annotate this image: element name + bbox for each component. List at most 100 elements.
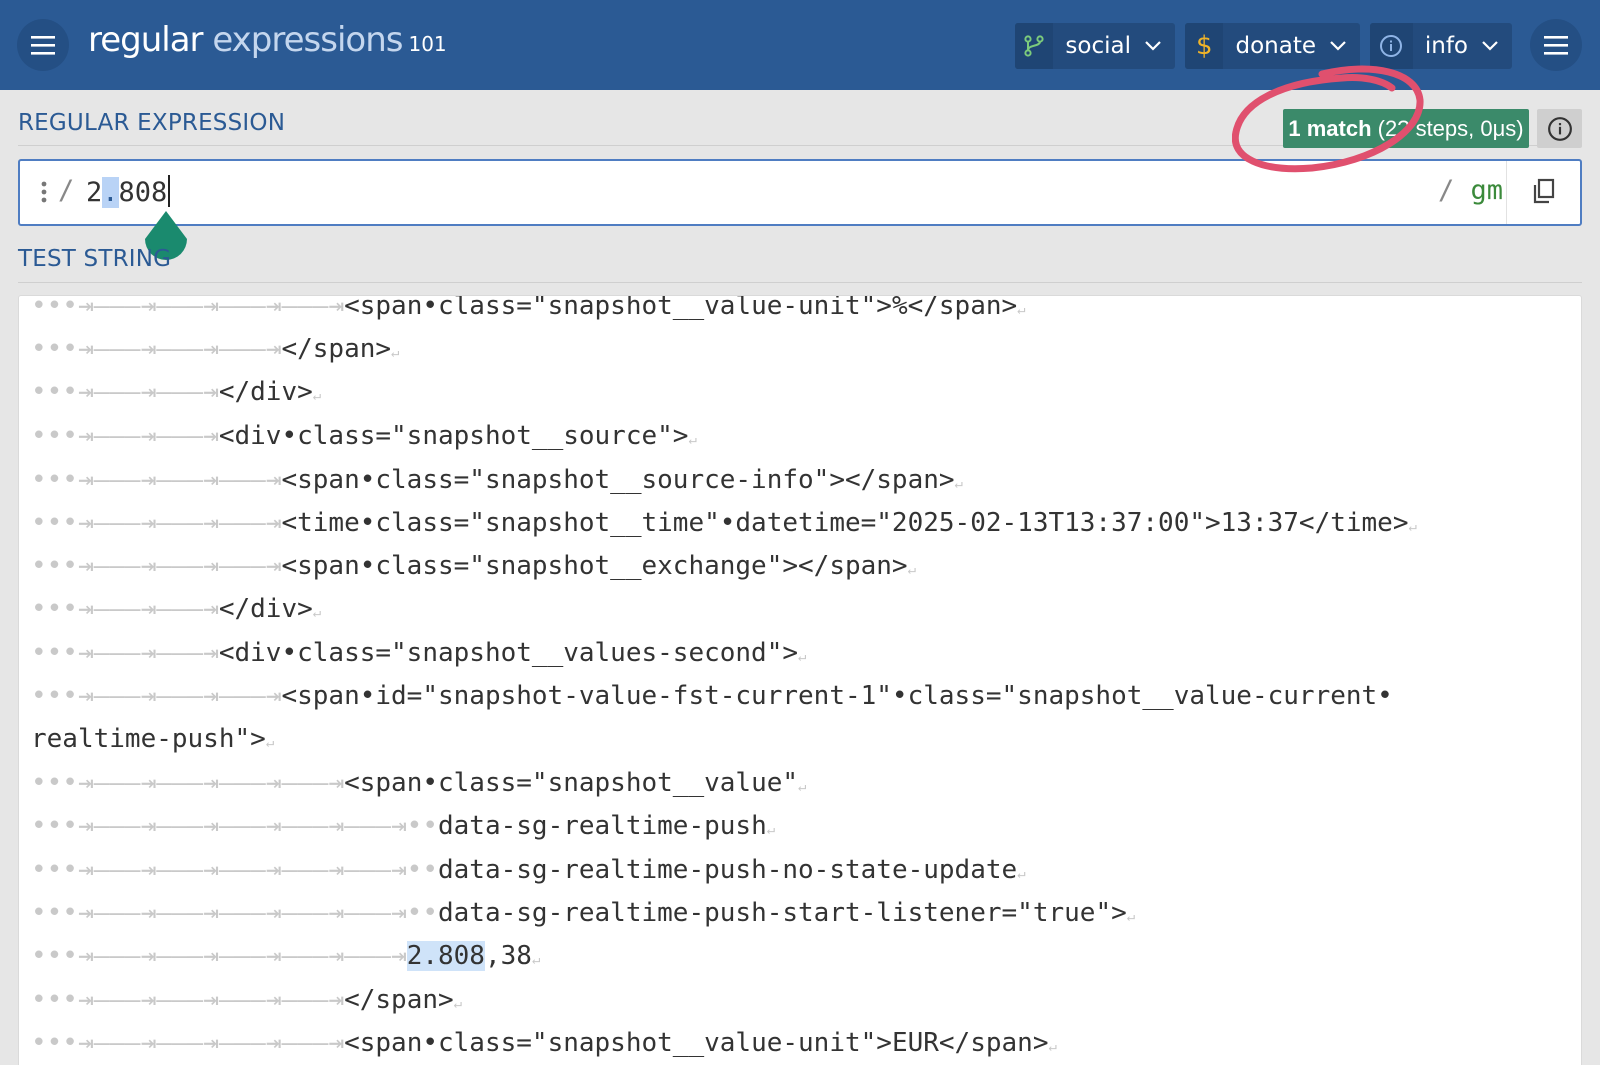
regex-value-suffix: 808 bbox=[118, 177, 168, 208]
menu-button-left[interactable] bbox=[17, 19, 69, 71]
line-end-marker: ↵ bbox=[954, 476, 963, 492]
app-logo[interactable]: regular expressions 101 bbox=[88, 20, 447, 60]
chevron-down-icon bbox=[1330, 41, 1346, 51]
hamburger-icon bbox=[31, 36, 55, 55]
test-line[interactable]: •••⇥———⇥———⇥———⇥</span>↵ bbox=[31, 327, 399, 371]
whitespace-markers: •••⇥———⇥———⇥ bbox=[31, 638, 219, 668]
match-info-badge[interactable]: 1 match (2? steps, 0μs) bbox=[1283, 109, 1529, 148]
regex-close-slash: / bbox=[1438, 175, 1471, 206]
whitespace-markers: •••⇥———⇥———⇥ bbox=[31, 594, 219, 624]
line-end-marker: ↵ bbox=[265, 735, 275, 751]
chevron-down-icon bbox=[1145, 41, 1161, 51]
test-line[interactable]: •••⇥———⇥———⇥———⇥———⇥———⇥••data-sg-realti… bbox=[31, 804, 775, 848]
donate-button[interactable]: $ donate bbox=[1185, 23, 1360, 69]
regex-section-label: REGULAR EXPRESSION bbox=[18, 110, 286, 136]
line-end-marker: ↵ bbox=[688, 432, 697, 448]
whitespace-markers: •••⇥———⇥———⇥ bbox=[31, 377, 219, 407]
copy-icon[interactable] bbox=[1532, 178, 1556, 209]
test-line[interactable]: •••⇥———⇥———⇥</div>↵ bbox=[31, 370, 321, 414]
test-line[interactable]: •••⇥———⇥———⇥———⇥<time•class="snapshot__t… bbox=[31, 501, 1417, 545]
regex-value[interactable]: 2.808 bbox=[86, 175, 171, 208]
text-caret bbox=[168, 175, 171, 207]
dollar-icon: $ bbox=[1185, 23, 1224, 69]
test-line[interactable]: •••⇥———⇥———⇥</div>↵ bbox=[31, 587, 321, 631]
logo-sub: expressions bbox=[212, 20, 403, 60]
test-line[interactable]: •••⇥———⇥———⇥———⇥———⇥<span•class="snapsho… bbox=[31, 295, 1026, 328]
test-line[interactable]: •••⇥———⇥———⇥———⇥<span•id="snapshot-value… bbox=[31, 674, 1393, 718]
match-highlight[interactable]: 2.808 bbox=[406, 941, 485, 971]
regex-input[interactable]: / 2.808 / gm bbox=[18, 159, 1582, 226]
line-text: <span•class="snapshot__value-unit">EUR</… bbox=[344, 1028, 1049, 1058]
line-text: <span•class="snapshot__value-unit">%</sp… bbox=[344, 295, 1018, 321]
whitespace-markers: •••⇥———⇥———⇥———⇥ bbox=[31, 334, 282, 364]
line-text: <time•class="snapshot__time"•datetime="2… bbox=[281, 508, 1409, 538]
line-text: realtime-push"> bbox=[31, 724, 266, 754]
line-text: </div> bbox=[218, 594, 313, 624]
menu-button-right[interactable] bbox=[1530, 19, 1582, 71]
whitespace-markers: •••⇥———⇥———⇥———⇥———⇥———⇥•• bbox=[31, 898, 438, 928]
hamburger-icon bbox=[1544, 36, 1568, 55]
line-end-marker: ↵ bbox=[1048, 1039, 1057, 1055]
info-label: info bbox=[1424, 33, 1468, 59]
test-line[interactable]: •••⇥———⇥———⇥———⇥———⇥</span>↵ bbox=[31, 978, 462, 1022]
line-end-marker: ↵ bbox=[907, 562, 917, 578]
whitespace-markers: •••⇥———⇥———⇥———⇥ bbox=[31, 508, 282, 538]
logo-version: 101 bbox=[408, 32, 447, 56]
line-text: <div•class="snapshot__source"> bbox=[218, 421, 689, 451]
drag-handle-icon[interactable] bbox=[40, 181, 48, 208]
info-circle-icon bbox=[1370, 23, 1413, 69]
test-line[interactable]: •••⇥———⇥———⇥———⇥———⇥<span•class="snapsho… bbox=[31, 761, 806, 805]
line-end-marker: ↵ bbox=[766, 822, 776, 838]
test-line[interactable]: •••⇥———⇥———⇥———⇥———⇥———⇥••data-sg-realti… bbox=[31, 848, 1026, 892]
social-button[interactable]: social bbox=[1015, 23, 1175, 69]
info-circle-icon bbox=[1547, 116, 1572, 141]
info-button[interactable]: info bbox=[1370, 23, 1512, 69]
line-text: ,38 bbox=[484, 941, 532, 971]
test-line[interactable]: •••⇥———⇥———⇥<div•class="snapshot__source… bbox=[31, 414, 697, 458]
regex-value-prefix: 2 bbox=[86, 177, 103, 208]
git-branch-icon bbox=[1015, 23, 1054, 69]
line-end-marker: ↵ bbox=[312, 388, 322, 404]
line-text: </span> bbox=[344, 985, 454, 1015]
whitespace-markers: •••⇥———⇥———⇥———⇥———⇥ bbox=[31, 295, 345, 321]
whitespace-markers: •••⇥———⇥———⇥———⇥———⇥———⇥•• bbox=[31, 855, 438, 885]
whitespace-markers: •••⇥———⇥———⇥ bbox=[31, 421, 219, 451]
test-line[interactable]: •••⇥———⇥———⇥———⇥———⇥<span•class="snapsho… bbox=[31, 1021, 1057, 1065]
whitespace-markers: •••⇥———⇥———⇥———⇥———⇥———⇥•• bbox=[31, 811, 438, 841]
test-line[interactable]: •••⇥———⇥———⇥———⇥———⇥———⇥2.808,38↵ bbox=[31, 934, 540, 978]
test-string-divider bbox=[18, 282, 1582, 283]
line-end-marker: ↵ bbox=[531, 952, 541, 968]
line-text: </span> bbox=[281, 334, 392, 364]
line-text: data-sg-realtime-push-start-listener="tr… bbox=[438, 898, 1127, 928]
test-string-editor[interactable]: •••⇥———⇥———⇥———⇥———⇥<span•class="snapsho… bbox=[18, 295, 1582, 1065]
test-line[interactable]: •••⇥———⇥———⇥———⇥———⇥———⇥••data-sg-realti… bbox=[31, 891, 1135, 935]
test-line[interactable]: •••⇥———⇥———⇥———⇥<span•class="snapshot__e… bbox=[31, 544, 916, 588]
donate-label: donate bbox=[1235, 33, 1316, 59]
test-line[interactable]: •••⇥———⇥———⇥———⇥<span•class="snapshot__s… bbox=[31, 458, 963, 502]
chevron-down-icon bbox=[1482, 41, 1498, 51]
test-string-section-label: TEST STRING bbox=[18, 246, 172, 272]
regex-close-delimiter[interactable]: / gm bbox=[1438, 175, 1503, 206]
match-detail: (2? steps, 0μs) bbox=[1377, 115, 1524, 141]
match-info-button[interactable] bbox=[1537, 109, 1582, 148]
regex-token-dot: . bbox=[102, 177, 119, 208]
line-end-marker: ↵ bbox=[1017, 302, 1026, 318]
whitespace-markers: •••⇥———⇥———⇥———⇥———⇥———⇥ bbox=[31, 941, 407, 971]
social-label: social bbox=[1065, 33, 1131, 59]
test-line[interactable]: realtime-push">↵ bbox=[31, 717, 274, 761]
regex-open-delimiter: / bbox=[58, 175, 75, 206]
app-header: regular expressions 101 social $ donate i… bbox=[0, 0, 1600, 90]
whitespace-markers: •••⇥———⇥———⇥———⇥———⇥ bbox=[31, 1028, 345, 1058]
whitespace-markers: •••⇥———⇥———⇥———⇥ bbox=[31, 551, 282, 581]
whitespace-markers: •••⇥———⇥———⇥———⇥ bbox=[31, 681, 282, 711]
line-text: data-sg-realtime-push bbox=[438, 811, 767, 841]
regex-flags[interactable]: gm bbox=[1471, 175, 1504, 206]
line-text: <div•class="snapshot__values-second"> bbox=[218, 638, 799, 668]
line-end-marker: ↵ bbox=[312, 605, 322, 621]
whitespace-markers: •••⇥———⇥———⇥———⇥———⇥ bbox=[31, 768, 345, 798]
line-text: data-sg-realtime-push-no-state-update bbox=[438, 855, 1018, 885]
test-line[interactable]: •••⇥———⇥———⇥<div•class="snapshot__values… bbox=[31, 631, 806, 675]
line-end-marker: ↵ bbox=[1408, 519, 1417, 535]
line-text: <span•class="snapshot__value" bbox=[344, 768, 799, 798]
line-text: <span•class="snapshot__exchange"></span> bbox=[281, 551, 908, 581]
